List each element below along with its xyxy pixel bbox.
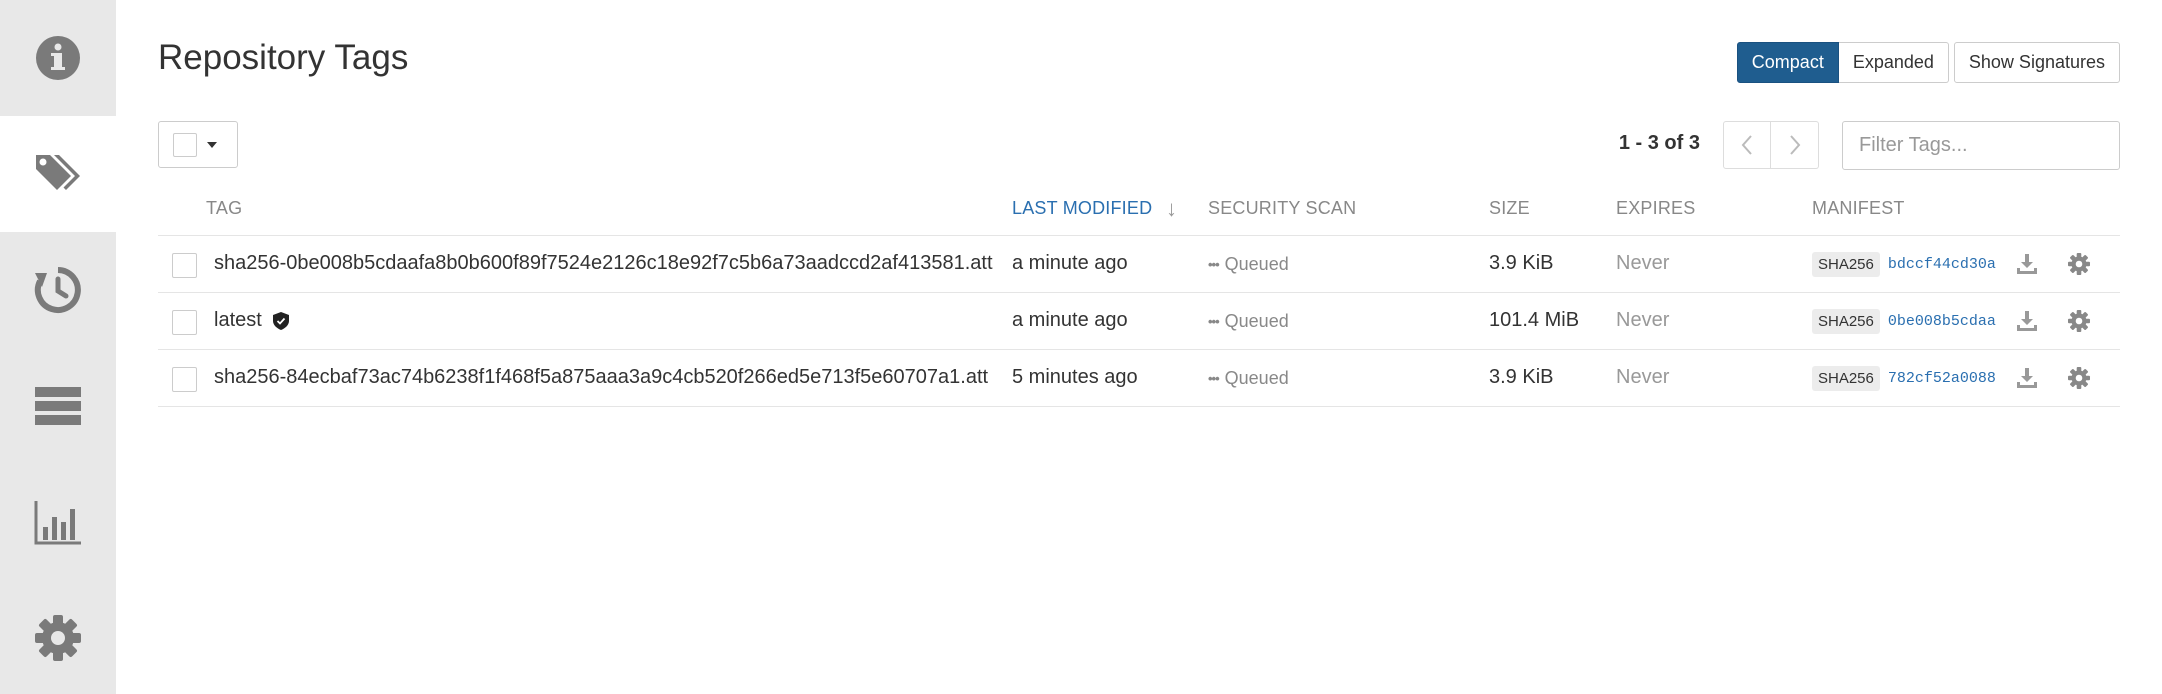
table-header: TAG LAST MODIFIED ↓ SECURITY SCAN SIZE E… xyxy=(158,192,2120,236)
table-row: sha256-0be008b5cdaafa8b0b600f89f7524e212… xyxy=(158,236,2120,293)
queued-dots-icon: ••• xyxy=(1208,371,1220,386)
tag-name[interactable]: latest xyxy=(214,309,262,331)
security-scan-status: ••• Queued xyxy=(1208,254,1289,275)
sidebar xyxy=(0,0,116,694)
gear-icon xyxy=(2068,367,2090,389)
filter-tags-input[interactable] xyxy=(1842,121,2120,170)
digest-value[interactable]: bdccf44cd30a xyxy=(1888,256,1996,273)
download-icon xyxy=(2017,368,2037,388)
next-page-button[interactable] xyxy=(1771,121,1819,169)
previous-page-button[interactable] xyxy=(1723,121,1771,169)
size: 3.9 KiB xyxy=(1489,252,1554,274)
size: 3.9 KiB xyxy=(1489,366,1554,388)
column-header-size[interactable]: SIZE xyxy=(1489,198,1530,219)
gear-icon xyxy=(2068,253,2090,275)
last-modified: a minute ago xyxy=(1012,252,1128,274)
digest-value[interactable]: 782cf52a0088 xyxy=(1888,370,1996,387)
last-modified: 5 minutes ago xyxy=(1012,366,1138,388)
select-all-dropdown[interactable] xyxy=(158,121,238,168)
queued-dots-icon: ••• xyxy=(1208,314,1220,329)
manifest-digest[interactable]: SHA256 bdccf44cd30a xyxy=(1812,252,1996,277)
history-icon xyxy=(34,267,81,313)
info-icon xyxy=(36,36,80,80)
download-button[interactable] xyxy=(2013,250,2041,278)
download-button[interactable] xyxy=(2013,307,2041,335)
show-signatures-button[interactable]: Show Signatures xyxy=(1953,42,2120,83)
gear-icon xyxy=(2068,310,2090,332)
gear-icon xyxy=(35,615,81,661)
sort-descending-icon: ↓ xyxy=(1166,196,1177,221)
chevron-left-icon xyxy=(1741,135,1752,155)
table-row: latest a minute ago ••• Queued 101.4 MiB … xyxy=(158,293,2120,350)
row-checkbox[interactable] xyxy=(172,310,197,335)
tag-settings-button[interactable] xyxy=(2065,307,2093,335)
download-button[interactable] xyxy=(2013,364,2041,392)
compact-button[interactable]: Compact xyxy=(1736,42,1839,83)
expires[interactable]: Never xyxy=(1616,252,1669,275)
tag-settings-button[interactable] xyxy=(2065,364,2093,392)
security-scan-status: ••• Queued xyxy=(1208,311,1289,332)
expires[interactable]: Never xyxy=(1616,366,1669,389)
queued-dots-icon: ••• xyxy=(1208,257,1220,272)
select-all-checkbox[interactable] xyxy=(173,132,197,157)
view-mode-group: Compact Expanded xyxy=(1736,42,1949,83)
download-icon xyxy=(2017,254,2037,274)
scan-text: Queued xyxy=(1224,368,1289,388)
caret-down-icon xyxy=(207,141,217,148)
builds-icon xyxy=(35,387,81,425)
view-toggle: Compact Expanded Show Signatures xyxy=(1736,42,2120,83)
size: 101.4 MiB xyxy=(1489,309,1580,331)
signed-shield-icon xyxy=(273,311,290,330)
table-row: sha256-84ecbaf73ac74b6238f1f468f5a875aaa… xyxy=(158,350,2120,407)
row-checkbox[interactable] xyxy=(172,253,197,278)
column-header-tag[interactable]: TAG xyxy=(206,198,242,219)
column-header-manifest[interactable]: MANIFEST xyxy=(1812,198,1905,219)
expires[interactable]: Never xyxy=(1616,309,1669,332)
digest-value[interactable]: 0be008b5cdaa xyxy=(1888,313,1996,330)
sidebar-item-settings[interactable] xyxy=(0,580,116,694)
row-checkbox[interactable] xyxy=(172,367,197,392)
page-title: Repository Tags xyxy=(158,38,409,77)
manifest-digest[interactable]: SHA256 782cf52a0088 xyxy=(1812,366,1996,391)
tags-icon xyxy=(36,155,80,190)
sidebar-item-usage-logs[interactable] xyxy=(0,464,116,580)
digest-algorithm-badge: SHA256 xyxy=(1812,366,1880,391)
tag-settings-button[interactable] xyxy=(2065,250,2093,278)
tag-name[interactable]: sha256-84ecbaf73ac74b6238f1f468f5a875aaa… xyxy=(214,366,988,389)
manifest-digest[interactable]: SHA256 0be008b5cdaa xyxy=(1812,309,1996,334)
digest-algorithm-badge: SHA256 xyxy=(1812,252,1880,277)
sidebar-item-builds[interactable] xyxy=(0,348,116,464)
pager xyxy=(1723,121,1819,169)
paging-count: 1 - 3 of 3 xyxy=(1618,132,1700,154)
column-header-last-modified[interactable]: LAST MODIFIED xyxy=(1012,198,1152,219)
last-modified: a minute ago xyxy=(1012,309,1128,331)
chevron-right-icon xyxy=(1789,135,1800,155)
scan-text: Queued xyxy=(1224,254,1289,274)
column-header-expires[interactable]: EXPIRES xyxy=(1616,198,1695,219)
column-header-security-scan[interactable]: SECURITY SCAN xyxy=(1208,198,1356,219)
tag-name[interactable]: sha256-0be008b5cdaafa8b0b600f89f7524e212… xyxy=(214,252,993,275)
digest-algorithm-badge: SHA256 xyxy=(1812,309,1880,334)
bar-chart-icon xyxy=(34,501,81,545)
scan-text: Queued xyxy=(1224,311,1289,331)
sidebar-item-info[interactable] xyxy=(0,0,116,116)
expanded-button[interactable]: Expanded xyxy=(1838,42,1949,83)
tag-name-cell: latest xyxy=(214,309,290,332)
download-icon xyxy=(2017,311,2037,331)
sidebar-item-history[interactable] xyxy=(0,232,116,348)
sidebar-item-tags[interactable] xyxy=(0,116,116,232)
security-scan-status: ••• Queued xyxy=(1208,368,1289,389)
